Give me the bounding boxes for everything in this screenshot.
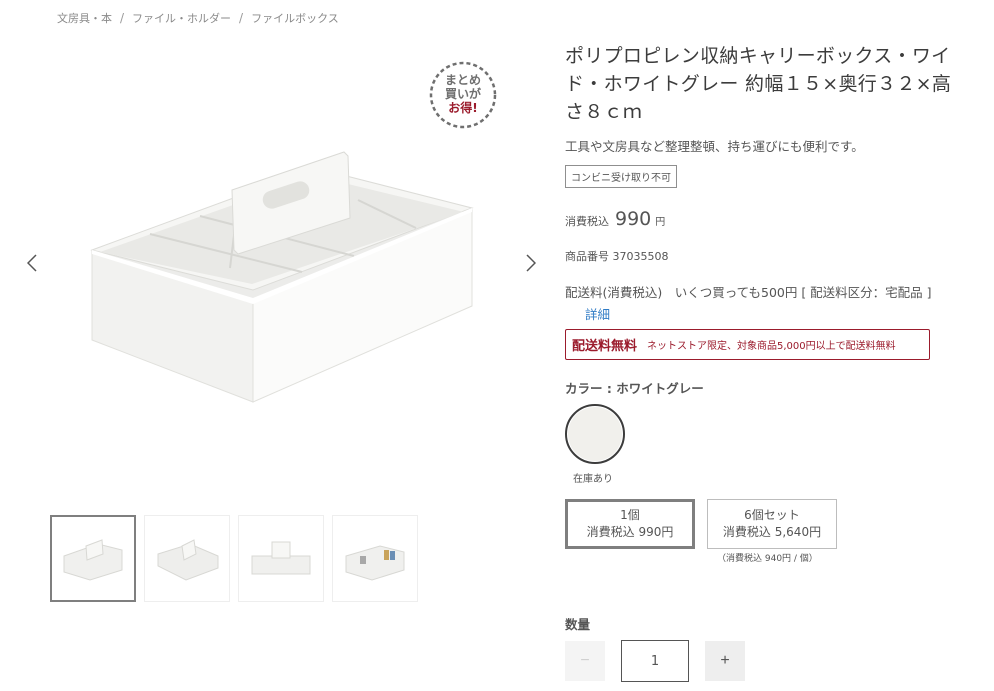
- color-label: カラー : ホワイトグレー: [565, 381, 704, 396]
- price-label: 消費税込: [565, 215, 609, 228]
- set-option-six[interactable]: 6個セット 消費税込 5,640円: [707, 499, 837, 549]
- prev-image-button[interactable]: [20, 248, 44, 278]
- breadcrumb-separator: /: [239, 11, 244, 25]
- badge-line2: 買いが: [445, 86, 481, 101]
- breadcrumb-file-holder[interactable]: ファイル・ホルダー: [132, 10, 231, 26]
- badge-line3: お得!: [448, 100, 477, 115]
- free-shipping-note: ネットストア限定、対象商品5,000円以上で配送料無料: [647, 341, 896, 352]
- quantity-increase-button[interactable]: +: [705, 641, 745, 681]
- product-code-label: 商品番号: [565, 250, 609, 263]
- color-swatch-white-grey[interactable]: [565, 404, 625, 464]
- badge-line1: まとめ: [445, 73, 481, 87]
- set-option-label: 6個セット: [744, 508, 800, 522]
- set-option-single[interactable]: 1個 消費税込 990円: [565, 499, 695, 549]
- product-subtitle: 工具や文房具など整理整頓、持ち運びにも便利です。: [565, 139, 864, 154]
- quantity-stepper: − +: [565, 640, 965, 682]
- breadcrumb: 文房具・本 / ファイル・ホルダー / ファイルボックス: [57, 10, 339, 26]
- shipping-text: 配送料(消費税込) いくつ買っても500円 [ 配送料区分：宅配品 ]: [565, 285, 932, 300]
- quantity-input[interactable]: [621, 640, 689, 682]
- thumbnail-3[interactable]: [238, 515, 324, 602]
- set-option-label: 1個: [620, 508, 640, 522]
- breadcrumb-separator: /: [120, 11, 125, 25]
- quantity-label: 数量: [565, 617, 591, 632]
- product-code: 37035508: [612, 250, 669, 263]
- thumbnail-2[interactable]: [144, 515, 230, 602]
- price-value: 990: [615, 208, 652, 230]
- breadcrumb-file-box[interactable]: ファイルボックス: [251, 10, 339, 26]
- stock-status: 在庫あり: [573, 474, 613, 485]
- product-title: ポリプロピレン収納キャリーボックス・ワイド・ホワイトグレー 約幅１５×奥行３２×…: [565, 45, 952, 123]
- product-code-row: 商品番号 37035508: [565, 248, 965, 264]
- shipping-row: 配送料(消費税込) いくつ買っても500円 [ 配送料区分：宅配品 ] 詳細: [565, 282, 965, 323]
- set-option-price: 消費税込 5,640円: [722, 525, 822, 539]
- next-image-button[interactable]: [519, 248, 543, 278]
- set-option-price: 消費税込 990円: [586, 525, 674, 539]
- thumbnail-1[interactable]: [50, 515, 136, 602]
- free-shipping-banner: 配送料無料 ネットストア限定、対象商品5,000円以上で配送料無料: [565, 329, 930, 360]
- free-shipping-title: 配送料無料: [572, 339, 638, 354]
- price-row: 消費税込 990 円: [565, 208, 965, 230]
- set-options: 1個 消費税込 990円 6個セット 消費税込 5,640円: [565, 499, 965, 549]
- product-info: ポリプロピレン収納キャリーボックス・ワイド・ホワイトグレー 約幅１５×奥行３２×…: [565, 42, 965, 682]
- chevron-left-icon: [27, 254, 37, 272]
- thumbnail-4[interactable]: [332, 515, 418, 602]
- price-unit: 円: [655, 217, 666, 228]
- bulk-discount-badge: まとめ 買いが お得!: [428, 60, 498, 130]
- convenience-store-tag: コンビニ受け取り不可: [565, 165, 677, 188]
- chevron-right-icon: [526, 254, 536, 272]
- shipping-detail-link[interactable]: 詳細: [585, 304, 965, 323]
- swatch-fill: [568, 407, 622, 461]
- set-unit-price-note: （消費税込 940円 / 個）: [717, 554, 818, 564]
- quantity-decrease-button[interactable]: −: [565, 641, 605, 681]
- breadcrumb-stationery[interactable]: 文房具・本: [57, 10, 112, 26]
- thumbnail-list: [50, 515, 418, 602]
